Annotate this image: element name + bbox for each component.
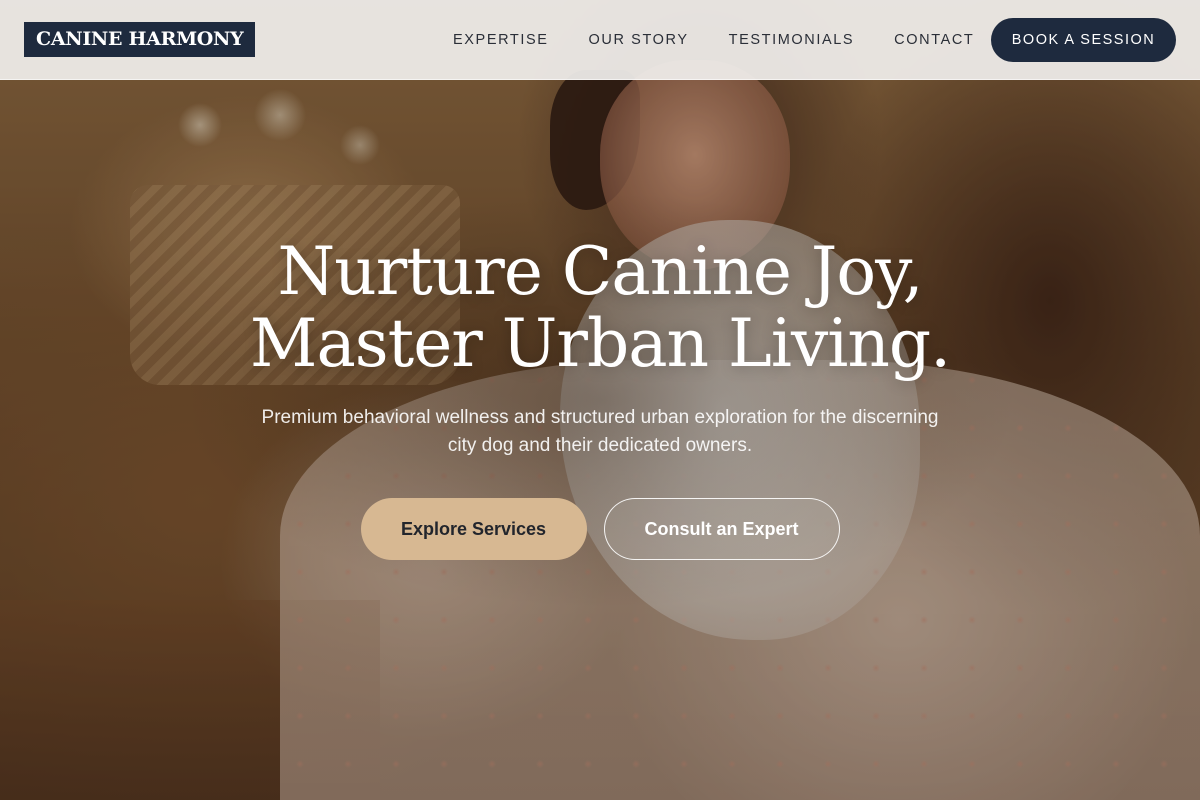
nav-link-our-story[interactable]: OUR STORY <box>589 32 689 48</box>
nav-link-contact[interactable]: CONTACT <box>894 32 974 48</box>
nav-link-expertise[interactable]: EXPERTISE <box>453 32 549 48</box>
nav-link-testimonials[interactable]: TESTIMONIALS <box>729 32 855 48</box>
hero-title-line-1: Nurture Canine Joy, <box>277 233 923 310</box>
hero-subtitle: Premium behavioral wellness and structur… <box>261 407 939 456</box>
book-session-button[interactable]: BOOK A SESSION <box>991 18 1176 62</box>
hero-title-line-2: Master Urban Living. <box>249 305 951 382</box>
page: CANINE HARMONY EXPERTISE OUR STORY TESTI… <box>0 0 1200 800</box>
hero-section: Nurture Canine Joy, Master Urban Living.… <box>0 236 1200 560</box>
consult-expert-button[interactable]: Consult an Expert <box>603 498 840 560</box>
site-header: CANINE HARMONY EXPERTISE OUR STORY TESTI… <box>0 0 1200 80</box>
main-nav: EXPERTISE OUR STORY TESTIMONIALS CONTACT <box>453 0 974 80</box>
hero-title: Nurture Canine Joy, Master Urban Living. <box>0 236 1200 380</box>
explore-services-button[interactable]: Explore Services <box>360 498 587 560</box>
hero-button-group: Explore Services Consult an Expert <box>0 498 1200 560</box>
site-logo[interactable]: CANINE HARMONY <box>24 22 256 57</box>
